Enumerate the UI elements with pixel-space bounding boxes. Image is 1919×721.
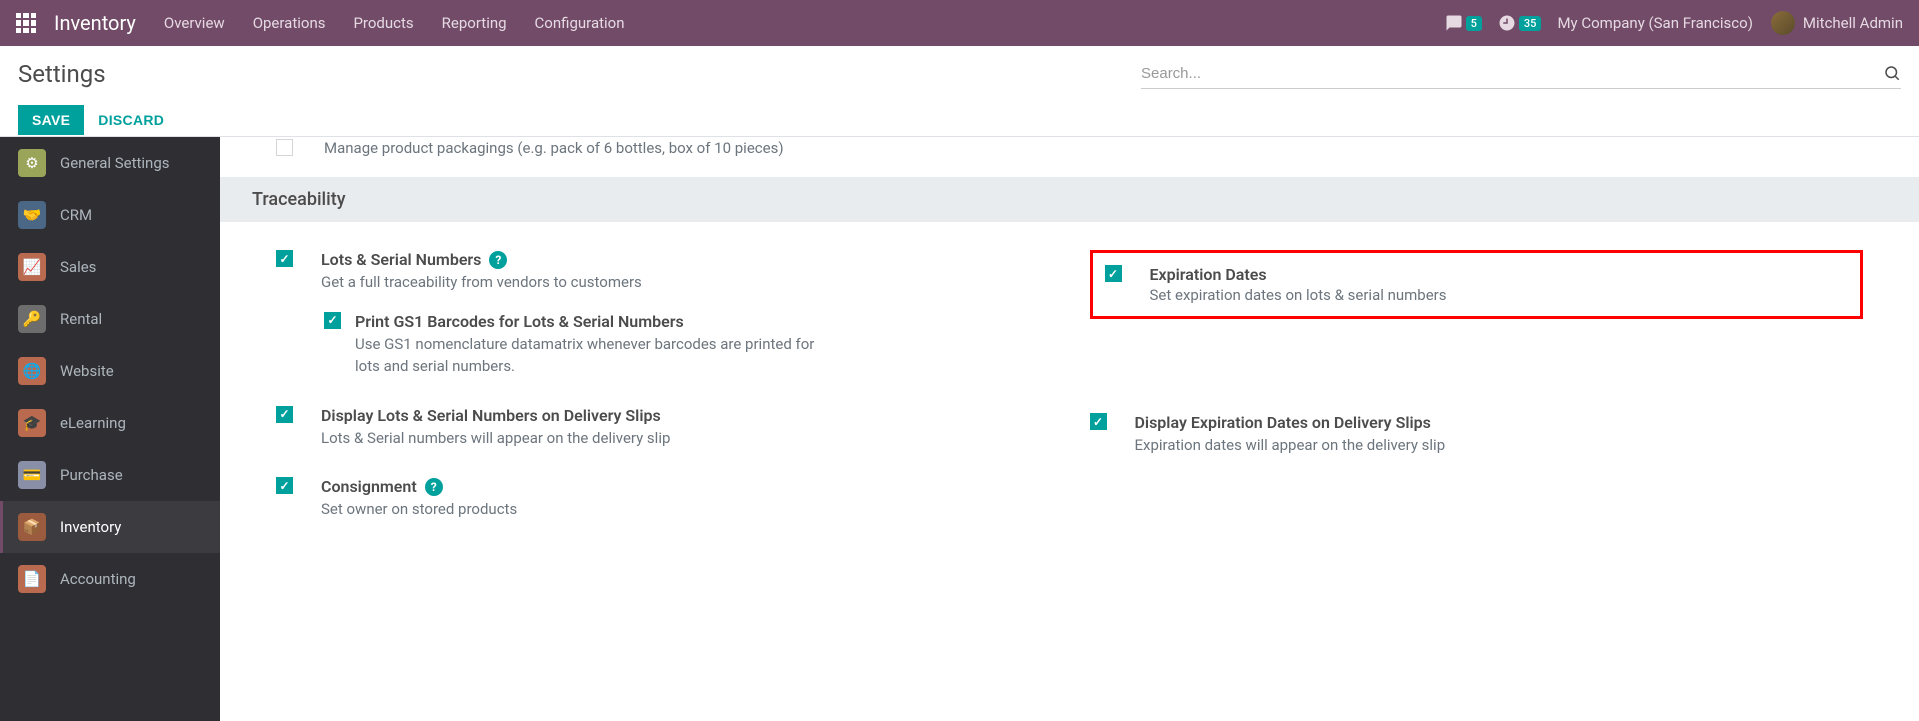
menu-operations[interactable]: Operations [253,14,326,32]
product-packagings-checkbox[interactable] [276,139,293,156]
setting-title: Consignment [321,477,417,496]
key-icon: 🔑 [18,305,46,333]
search-icon[interactable] [1883,64,1901,82]
box-icon: 📦 [18,513,46,541]
avatar [1771,11,1795,35]
sidebar-item-label: Accounting [60,570,136,588]
sidebar-item-label: Rental [60,310,102,328]
help-icon[interactable]: ? [425,478,443,496]
setting-desc: Use GS1 nomenclature datamatrix whenever… [355,333,815,378]
sidebar-item-label: Inventory [60,518,121,536]
sidebar-item-purchase[interactable]: 💳 Purchase [0,449,220,501]
help-icon[interactable]: ? [489,251,507,269]
menu-products[interactable]: Products [353,14,413,32]
clock-icon [1498,14,1516,32]
handshake-icon: 🤝 [18,201,46,229]
setting-desc: Expiration dates will appear on the deli… [1135,434,1595,457]
sidebar-item-label: eLearning [60,414,126,432]
chat-icon [1445,14,1463,32]
sidebar-item-label: General Settings [60,154,170,172]
activities-button[interactable]: 35 [1498,14,1542,32]
sidebar-item-elearning[interactable]: 🎓 eLearning [0,397,220,449]
section-traceability: Traceability [220,177,1919,222]
gs1-checkbox[interactable] [324,312,341,329]
sidebar-item-sales[interactable]: 📈 Sales [0,241,220,293]
app-name[interactable]: Inventory [54,11,136,35]
user-name: Mitchell Admin [1803,14,1903,32]
globe-icon: 🌐 [18,357,46,385]
search-input[interactable] [1141,65,1883,82]
controlbar: Settings SAVE DISCARD [0,46,1919,136]
document-icon: 📄 [18,565,46,593]
setting-desc: Lots & Serial numbers will appear on the… [321,427,781,450]
setting-title: Print GS1 Barcodes for Lots & Serial Num… [355,312,684,331]
card-icon: 💳 [18,461,46,489]
content[interactable]: Product Packagings ? Manage product pack… [220,137,1919,721]
sidebar-item-label: Purchase [60,466,123,484]
topbar: Inventory Overview Operations Products R… [0,0,1919,46]
setting-display-lots: Display Lots & Serial Numbers on Deliver… [276,406,1050,450]
setting-desc: Set owner on stored products [321,498,781,521]
sidebar-item-general-settings[interactable]: ⚙ General Settings [0,137,220,189]
setting-lots-serial-numbers: Lots & Serial Numbers ? Get a full trace… [276,250,1050,294]
messages-count: 5 [1466,16,1482,31]
messages-button[interactable]: 5 [1445,14,1482,32]
setting-product-packagings: Product Packagings ? Manage product pack… [220,137,1919,177]
setting-title: Lots & Serial Numbers [321,250,481,269]
setting-title: Expiration Dates [1150,265,1267,284]
setting-display-expiration: Display Expiration Dates on Delivery Sli… [1090,413,1864,457]
sidebar-item-label: CRM [60,206,92,224]
lots-checkbox[interactable] [276,250,293,267]
setting-title: Display Lots & Serial Numbers on Deliver… [321,406,661,425]
menu-overview[interactable]: Overview [164,14,225,32]
setting-consignment: Consignment ? Set owner on stored produc… [276,477,1050,521]
setting-desc: Set expiration dates on lots & serial nu… [1150,286,1447,304]
search-wrap [1141,58,1901,89]
menu-configuration[interactable]: Configuration [535,14,625,32]
setting-title: Display Expiration Dates on Delivery Sli… [1135,413,1431,432]
sidebar-item-website[interactable]: 🌐 Website [0,345,220,397]
save-button[interactable]: SAVE [18,105,84,135]
consignment-checkbox[interactable] [276,477,293,494]
sidebar-item-accounting[interactable]: 📄 Accounting [0,553,220,605]
settings-col-right: Expiration Dates Set expiration dates on… [1090,250,1864,549]
graduation-icon: 🎓 [18,409,46,437]
page-title: Settings [18,60,106,88]
setting-desc: Get a full traceability from vendors to … [321,271,781,294]
gear-icon: ⚙ [18,149,46,177]
chart-icon: 📈 [18,253,46,281]
sidebar: ⚙ General Settings 🤝 CRM 📈 Sales 🔑 Renta… [0,137,220,721]
sidebar-item-inventory[interactable]: 📦 Inventory [0,501,220,553]
setting-desc: Manage product packagings (e.g. pack of … [324,139,784,157]
display-expiration-checkbox[interactable] [1090,413,1107,430]
apps-icon[interactable] [16,13,36,33]
settings-col-left: Lots & Serial Numbers ? Get a full trace… [276,250,1050,549]
sidebar-item-rental[interactable]: 🔑 Rental [0,293,220,345]
setting-expiration-dates-highlighted: Expiration Dates Set expiration dates on… [1090,250,1864,319]
discard-button[interactable]: DISCARD [98,112,164,128]
activities-count: 35 [1519,16,1542,31]
sidebar-item-label: Sales [60,258,96,276]
settings-grid: Lots & Serial Numbers ? Get a full trace… [220,222,1919,559]
main: ⚙ General Settings 🤝 CRM 📈 Sales 🔑 Renta… [0,136,1919,721]
display-lots-checkbox[interactable] [276,406,293,423]
expiration-checkbox[interactable] [1105,265,1122,282]
sidebar-item-label: Website [60,362,114,380]
menu-reporting[interactable]: Reporting [442,14,507,32]
sidebar-item-crm[interactable]: 🤝 CRM [0,189,220,241]
setting-gs1-barcodes: Print GS1 Barcodes for Lots & Serial Num… [324,312,1050,378]
company-switcher[interactable]: My Company (San Francisco) [1557,14,1752,32]
user-menu[interactable]: Mitchell Admin [1771,11,1903,35]
